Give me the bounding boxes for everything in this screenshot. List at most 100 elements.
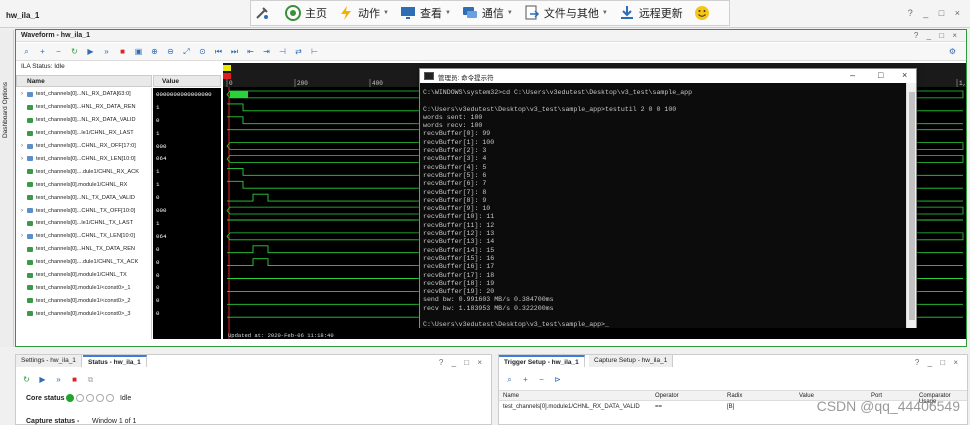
search-icon[interactable]: ⌕ (503, 373, 516, 386)
cmd-line: C:\Users\v3edutest\Desktop\v3_test\sampl… (423, 105, 677, 113)
scroll-thumb[interactable] (909, 92, 915, 320)
signal-row[interactable]: › test_channels[0]...CHNL_TX_OFF[10:0] (16, 204, 152, 217)
status-panel-controls[interactable]: ? _ □ × (439, 358, 485, 367)
tools-icon (253, 4, 271, 22)
signal-row[interactable]: test_channels[0].module1/<const0>_1 (16, 282, 152, 295)
remote-home[interactable]: 主页 (284, 4, 327, 22)
window-controls[interactable]: ? _ □ × (908, 8, 964, 18)
signal-row[interactable]: test_channels[0]...le1/CHNL_RX_LAST (16, 127, 152, 140)
zoom-out-icon[interactable]: ⊖ (164, 45, 177, 58)
signal-row[interactable]: › test_channels[0]...CHNL_RX_LEN[10:0] (16, 153, 152, 166)
run-immediate-icon[interactable]: » (100, 45, 113, 58)
cmd-scrollbar[interactable] (906, 83, 916, 328)
tab-settings[interactable]: Settings - hw_ila_1 (16, 355, 82, 367)
trigger-panel-controls[interactable]: ? _ □ × (915, 358, 961, 367)
search-icon[interactable]: ⌕ (20, 45, 33, 58)
signal-row[interactable]: test_channels[0]....dule1/CHNL_TX_ACK (16, 256, 152, 269)
column-header[interactable]: Name (503, 393, 519, 399)
signal-row[interactable]: test_channels[0]....dule1/CHNL_RX_ACK (16, 165, 152, 178)
trigger-condition-icon[interactable]: ⊳ (551, 373, 564, 386)
waveform-title: Waveform - hw_ila_1 (21, 32, 90, 39)
run-immediate-icon[interactable]: » (52, 373, 65, 386)
remote-files[interactable]: 文件与其他 ▼ (523, 4, 608, 22)
run-icon[interactable]: ▶ (36, 373, 49, 386)
column-header[interactable]: Operator (655, 393, 679, 399)
remote-view[interactable]: 查看 ▼ (399, 4, 451, 22)
table-cell[interactable]: test_channels[0].module1/CHNL_RX_DATA_VA… (503, 404, 640, 410)
cmd-line: C:\Users\v3edutest\Desktop\v3_test\sampl… (423, 321, 609, 328)
signal-row[interactable]: test_channels[0]...le1/CHNL_TX_LAST (16, 217, 152, 230)
run-icon[interactable]: ▶ (84, 45, 97, 58)
dashboard-options-tab[interactable]: Dashboard Options (0, 30, 14, 347)
wire-signal-icon (27, 298, 33, 304)
capture-status-label: Capture status - (26, 418, 80, 425)
waveform-controls[interactable]: ? _ □ × (914, 31, 960, 40)
signal-row[interactable]: test_channels[0]...HNL_RX_DATA_REN (16, 101, 152, 114)
remote-update[interactable]: 远程更新 (618, 4, 683, 22)
signal-name: test_channels[0]...CHNL_RX_OFF[17:0] (36, 143, 136, 150)
signal-row[interactable]: test_channels[0].module1/CHNL_RX (16, 178, 152, 191)
smiley-button[interactable] (693, 4, 714, 22)
zoom-cursor-icon[interactable]: ⊙ (196, 45, 209, 58)
signal-row[interactable]: test_channels[0]...NL_RX_DATA_VALID (16, 114, 152, 127)
tab-capture-setup[interactable]: Capture Setup - hw_ila_1 (589, 355, 674, 367)
go-start-icon[interactable]: ⏮ (212, 45, 225, 58)
wire-signal-icon (27, 169, 33, 175)
signal-value: 0 (156, 271, 160, 279)
signal-row[interactable]: › test_channels[0]...CHNL_TX_LEN[10:0] (16, 230, 152, 243)
signal-value: 0 (156, 116, 160, 124)
marker-icon[interactable]: ⊢ (308, 45, 321, 58)
export-icon[interactable]: ▣ (132, 45, 145, 58)
zoom-in-icon[interactable]: ⊕ (148, 45, 161, 58)
swap-cursors-icon[interactable]: ⇄ (292, 45, 305, 58)
close-icon[interactable]: × (902, 70, 907, 80)
tab-status[interactable]: Status - hw_ila_1 (83, 355, 147, 367)
name-column-header[interactable]: Name (16, 75, 152, 87)
signal-name: test_channels[0]...le1/CHNL_TX_LAST (36, 220, 134, 227)
remote-comm[interactable]: 通信 ▼ (461, 4, 513, 22)
table-cell[interactable]: [B] (727, 404, 734, 410)
column-header[interactable]: Value (799, 393, 814, 399)
signal-name: test_channels[0].module1/<const0>_2 (36, 297, 131, 304)
cmd-line: recvBuffer[19]: 20 (423, 288, 495, 296)
add-marker-icon[interactable]: ⊣ (276, 45, 289, 58)
go-end-icon[interactable]: ⏭ (228, 45, 241, 58)
remove-icon[interactable]: − (535, 373, 548, 386)
signal-row[interactable]: test_channels[0].module1/<const0>_3 (16, 307, 152, 320)
auto-trigger-icon[interactable]: ↻ (68, 45, 81, 58)
signal-row[interactable]: test_channels[0].module1/<const0>_2 (16, 294, 152, 307)
tab-trigger-setup[interactable]: Trigger Setup - hw_ila_1 (499, 355, 585, 367)
signal-row[interactable]: test_channels[0]...HNL_TX_DATA_REN (16, 243, 152, 256)
value-column-header[interactable]: Value (153, 75, 221, 87)
status-circle-icon (86, 394, 94, 402)
column-header[interactable]: Radix (727, 393, 742, 399)
gear-icon[interactable]: ⚙ (946, 45, 959, 58)
stop-icon[interactable]: ■ (116, 45, 129, 58)
minimize-icon[interactable]: – (850, 70, 855, 80)
signal-row[interactable]: test_channels[0].module1/CHNL_TX (16, 269, 152, 282)
cmd-title-bar: 管理员: 命令提示符 – □ × (420, 69, 916, 83)
signal-row[interactable]: › test_channels[0]...CHNL_RX_OFF[17:0] (16, 140, 152, 153)
zoom-fit-icon[interactable]: ⤢ (180, 45, 193, 58)
maximize-icon[interactable]: □ (878, 70, 883, 80)
chat-icon (461, 4, 479, 22)
signal-row[interactable]: › test_channels[0]...NL_RX_DATA[63:0] (16, 88, 152, 101)
next-transition-icon[interactable]: ⇥ (260, 45, 273, 58)
wire-signal-icon (27, 246, 33, 252)
remove-icon[interactable]: − (52, 45, 65, 58)
cmd-output[interactable]: C:\WINDOWS\system32>cd C:\Users\v3edutes… (420, 83, 906, 328)
add-icon[interactable]: + (519, 373, 532, 386)
prev-transition-icon[interactable]: ⇤ (244, 45, 257, 58)
tools-button[interactable] (253, 4, 274, 22)
status-toolbar: ↻ ▶ » ■ ⧉ (20, 373, 100, 386)
table-cell[interactable]: == (655, 404, 662, 410)
wire-signal-icon (27, 311, 33, 317)
signal-row[interactable]: test_channels[0]...NL_TX_DATA_VALID (16, 191, 152, 204)
remote-actions[interactable]: 动作 ▼ (337, 4, 389, 22)
stop-icon[interactable]: ■ (68, 373, 81, 386)
copy-icon[interactable]: ⧉ (84, 373, 97, 386)
auto-trigger-icon[interactable]: ↻ (20, 373, 33, 386)
add-icon[interactable]: + (36, 45, 49, 58)
wire-signal-icon (27, 220, 33, 226)
bus-signal-icon (27, 156, 33, 162)
